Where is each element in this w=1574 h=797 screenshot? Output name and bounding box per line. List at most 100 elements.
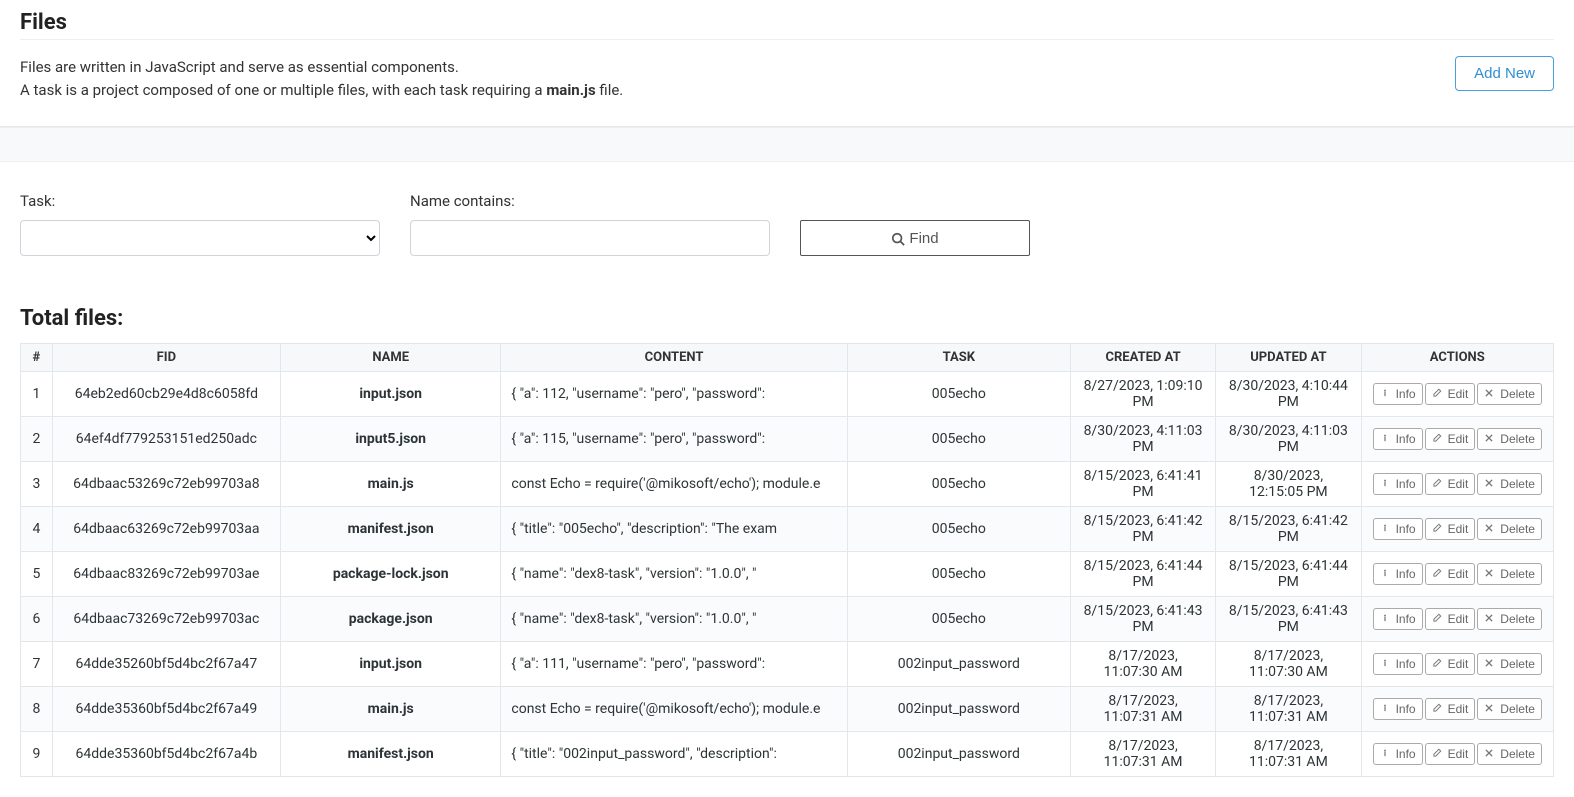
search-icon	[891, 232, 903, 244]
page-description: Files are written in JavaScript and serv…	[20, 56, 623, 101]
delete-button[interactable]: Delete	[1477, 428, 1542, 450]
col-content: CONTENT	[501, 344, 847, 372]
edit-icon	[1432, 568, 1444, 580]
cell-idx: 6	[21, 597, 53, 642]
edit-label: Edit	[1448, 522, 1469, 536]
info-icon	[1380, 658, 1392, 670]
cell-updated: 8/17/2023, 11:07:30 AM	[1216, 642, 1361, 687]
cell-task: 005echo	[847, 417, 1070, 462]
section-divider	[0, 127, 1574, 162]
desc-line2-before: A task is a project composed of one or m…	[20, 81, 546, 99]
info-button[interactable]: Info	[1373, 608, 1423, 630]
cell-idx: 2	[21, 417, 53, 462]
delete-button[interactable]: Delete	[1477, 473, 1542, 495]
edit-icon	[1432, 478, 1444, 490]
cell-idx: 1	[21, 372, 53, 417]
info-button[interactable]: Info	[1373, 383, 1423, 405]
edit-icon	[1432, 703, 1444, 715]
cell-name: input.json	[280, 372, 500, 417]
delete-label: Delete	[1500, 567, 1535, 581]
info-button[interactable]: Info	[1373, 653, 1423, 675]
cell-content: { "title": "002input_password", "descrip…	[501, 732, 847, 777]
edit-button[interactable]: Edit	[1425, 473, 1476, 495]
delete-label: Delete	[1500, 477, 1535, 491]
cell-name: package.json	[280, 597, 500, 642]
cell-updated: 8/15/2023, 6:41:44 PM	[1216, 552, 1361, 597]
edit-button[interactable]: Edit	[1425, 518, 1476, 540]
cell-idx: 4	[21, 507, 53, 552]
delete-button[interactable]: Delete	[1477, 653, 1542, 675]
info-icon	[1380, 523, 1392, 535]
info-icon	[1380, 478, 1392, 490]
name-filter-input[interactable]	[410, 220, 770, 256]
delete-button[interactable]: Delete	[1477, 743, 1542, 765]
edit-button[interactable]: Edit	[1425, 698, 1476, 720]
cell-idx: 3	[21, 462, 53, 507]
total-files-heading: Total files:	[20, 306, 1534, 331]
cell-actions: Info EditDelete	[1361, 417, 1553, 462]
info-button[interactable]: Info	[1373, 428, 1423, 450]
cell-created: 8/30/2023, 4:11:03 PM	[1070, 417, 1215, 462]
cell-content: { "a": 115, "username": "pero", "passwor…	[501, 417, 847, 462]
info-label: Info	[1396, 657, 1416, 671]
col-fid: FID	[52, 344, 280, 372]
close-icon	[1484, 568, 1496, 580]
cell-created: 8/17/2023, 11:07:30 AM	[1070, 642, 1215, 687]
cell-actions: Info EditDelete	[1361, 642, 1553, 687]
edit-label: Edit	[1448, 747, 1469, 761]
cell-updated: 8/17/2023, 11:07:31 AM	[1216, 732, 1361, 777]
close-icon	[1484, 613, 1496, 625]
cell-fid: 64dbaac83269c72eb99703ae	[52, 552, 280, 597]
info-button[interactable]: Info	[1373, 698, 1423, 720]
add-new-button[interactable]: Add New	[1455, 56, 1554, 91]
info-button[interactable]: Info	[1373, 518, 1423, 540]
delete-button[interactable]: Delete	[1477, 608, 1542, 630]
cell-task: 005echo	[847, 507, 1070, 552]
info-icon	[1380, 613, 1392, 625]
cell-task: 005echo	[847, 372, 1070, 417]
cell-name: package-lock.json	[280, 552, 500, 597]
cell-name: input.json	[280, 642, 500, 687]
delete-button[interactable]: Delete	[1477, 383, 1542, 405]
info-label: Info	[1396, 432, 1416, 446]
edit-button[interactable]: Edit	[1425, 383, 1476, 405]
delete-button[interactable]: Delete	[1477, 563, 1542, 585]
col-actions: ACTIONS	[1361, 344, 1553, 372]
delete-button[interactable]: Delete	[1477, 518, 1542, 540]
cell-actions: Info Edit Delete	[1361, 732, 1553, 777]
info-button[interactable]: Info	[1373, 743, 1423, 765]
edit-button[interactable]: Edit	[1425, 653, 1476, 675]
cell-created: 8/17/2023, 11:07:31 AM	[1070, 687, 1215, 732]
edit-label: Edit	[1448, 567, 1469, 581]
info-label: Info	[1396, 747, 1416, 761]
edit-label: Edit	[1448, 387, 1469, 401]
info-label: Info	[1396, 477, 1416, 491]
edit-button[interactable]: Edit	[1425, 428, 1476, 450]
delete-button[interactable]: Delete	[1477, 698, 1542, 720]
find-button[interactable]: Find	[800, 220, 1030, 256]
edit-button[interactable]: Edit	[1425, 608, 1476, 630]
info-button[interactable]: Info	[1373, 473, 1423, 495]
cell-updated: 8/30/2023, 4:10:44 PM	[1216, 372, 1361, 417]
info-icon	[1380, 703, 1392, 715]
delete-label: Delete	[1500, 612, 1535, 626]
delete-label: Delete	[1500, 747, 1535, 761]
edit-button[interactable]: Edit	[1425, 743, 1476, 765]
cell-created: 8/15/2023, 6:41:42 PM	[1070, 507, 1215, 552]
task-filter-select[interactable]	[20, 220, 380, 256]
edit-icon	[1432, 523, 1444, 535]
cell-content: const Echo = require('@mikosoft/echo'); …	[501, 687, 847, 732]
col-idx: #	[21, 344, 53, 372]
task-filter-label: Task:	[20, 192, 380, 210]
close-icon	[1484, 478, 1496, 490]
edit-button[interactable]: Edit	[1425, 563, 1476, 585]
cell-fid: 64dde35360bf5d4bc2f67a49	[52, 687, 280, 732]
cell-fid: 64dde35260bf5d4bc2f67a47	[52, 642, 280, 687]
cell-actions: InfoEdit Delete	[1361, 597, 1553, 642]
cell-updated: 8/15/2023, 6:41:42 PM	[1216, 507, 1361, 552]
col-name: NAME	[280, 344, 500, 372]
cell-content: { "title": "005echo", "description": "Th…	[501, 507, 847, 552]
cell-created: 8/15/2023, 6:41:43 PM	[1070, 597, 1215, 642]
info-button[interactable]: Info	[1373, 563, 1423, 585]
files-table: # FID NAME CONTENT TASK CREATED AT UPDAT…	[20, 343, 1554, 777]
